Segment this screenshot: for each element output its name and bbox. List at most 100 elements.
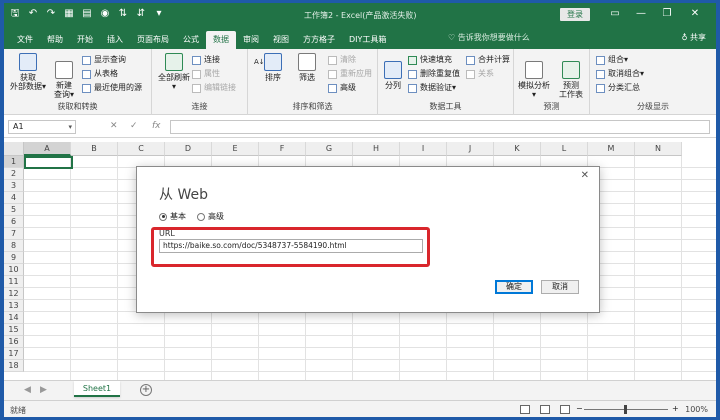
filter-button[interactable]: 筛选 [292,53,322,82]
tab-file[interactable]: 文件 [10,31,40,49]
cancel-icon[interactable]: ✕ [110,121,118,131]
tab-home[interactable]: 开始 [70,31,100,49]
new-query-button[interactable]: 新建 查询▾ [50,61,78,99]
column-header[interactable]: J [447,142,494,156]
dialog-close-icon[interactable]: ✕ [581,170,589,181]
clear-filter-button[interactable]: 清除 [328,55,356,65]
tab-insert[interactable]: 插入 [100,31,130,49]
row-header[interactable]: 18 [4,360,24,372]
column-header[interactable]: A [24,142,71,156]
restore-button[interactable]: ❐ [660,7,674,21]
sheet-next-icon[interactable]: ▶ [40,385,47,395]
undo-icon[interactable]: ↶ [26,7,40,21]
ribbon-options-icon[interactable]: ▭ [608,7,622,21]
name-box[interactable]: A1 ▾ [8,120,76,134]
save-icon[interactable]: 🖫 [8,7,22,21]
tab-review[interactable]: 审阅 [236,31,266,49]
normal-view-icon[interactable] [520,405,530,414]
properties-button[interactable]: 属性 [192,69,220,79]
chevron-down-icon[interactable]: ▾ [68,121,72,133]
row-header[interactable]: 10 [4,264,24,276]
column-header[interactable]: H [353,142,400,156]
zoom-level[interactable]: 100% [685,405,708,414]
flash-fill-button[interactable]: 快速填充 [408,55,452,65]
column-header[interactable]: C [118,142,165,156]
share-button[interactable]: ♁ 共享 [682,32,706,43]
remove-duplicates-button[interactable]: 删除重复值 [408,69,460,79]
text-to-columns-button[interactable]: 分列 [380,61,406,90]
row-header[interactable]: 1 [4,156,24,168]
row-header[interactable]: 4 [4,192,24,204]
column-header[interactable]: B [71,142,118,156]
row-header[interactable]: 15 [4,324,24,336]
show-queries-button[interactable]: 显示查询 [82,55,126,65]
tab-formulas[interactable]: 公式 [176,31,206,49]
from-table-button[interactable]: 从表格 [82,69,118,79]
formula-input[interactable] [170,120,710,134]
column-header[interactable]: I [400,142,447,156]
row-header[interactable]: 12 [4,288,24,300]
row-header[interactable]: 17 [4,348,24,360]
ok-button[interactable]: 确定 [495,280,533,294]
data-validation-button[interactable]: 数据验证▾ [408,83,456,93]
row-header[interactable]: 8 [4,240,24,252]
zoom-out-button[interactable]: − [576,404,583,414]
select-all-corner[interactable] [4,142,24,156]
reapply-button[interactable]: 重新应用 [328,69,372,79]
row-header[interactable]: 7 [4,228,24,240]
login-button[interactable]: 登录 [560,8,590,21]
close-button[interactable]: ✕ [688,7,702,21]
column-header[interactable]: G [306,142,353,156]
row-header[interactable]: 2 [4,168,24,180]
row-header[interactable]: 14 [4,312,24,324]
sort-button[interactable]: 排序 [258,53,288,82]
table-icon[interactable]: ▦ [62,7,76,21]
insert-function-icon[interactable]: fx [152,121,161,131]
sort-za-icon[interactable]: ⇵ [134,7,148,21]
row-header[interactable]: 11 [4,276,24,288]
row-header[interactable]: 13 [4,300,24,312]
advanced-filter-button[interactable]: 高级 [328,83,356,93]
column-header[interactable]: E [212,142,259,156]
subtotal-button[interactable]: 分类汇总 [596,83,640,93]
radio-advanced[interactable]: 高级 [197,211,224,222]
selected-cell-a1[interactable] [24,156,73,169]
edit-links-button[interactable]: 编辑链接 [192,83,236,93]
tab-help[interactable]: 帮助 [40,31,70,49]
row-header[interactable]: 6 [4,216,24,228]
connections-button[interactable]: 连接 [192,55,220,65]
enter-icon[interactable]: ✓ [130,121,138,131]
tab-view[interactable]: 视图 [266,31,296,49]
tab-diy-toolbox[interactable]: DIY工具箱 [342,31,393,49]
row-header[interactable]: 3 [4,180,24,192]
add-sheet-button[interactable]: + [140,384,152,396]
tab-data[interactable]: 数据 [206,31,236,49]
sheet-prev-icon[interactable]: ◀ [24,385,31,395]
ungroup-button[interactable]: 取消组合▾ [596,69,644,79]
page-layout-view-icon[interactable] [540,405,550,414]
row-header[interactable]: 16 [4,336,24,348]
redo-icon[interactable]: ↷ [44,7,58,21]
row-header[interactable]: 5 [4,204,24,216]
group-button[interactable]: 组合▾ [596,55,628,65]
get-external-data-button[interactable]: 获取 外部数据▾ [10,53,46,91]
column-header[interactable]: L [541,142,588,156]
tell-me-search[interactable]: ♡ 告诉我你想要做什么 [448,32,530,43]
column-header[interactable]: K [494,142,541,156]
column-header[interactable]: D [165,142,212,156]
zoom-in-button[interactable]: + [672,404,679,414]
form-icon[interactable]: ▤ [80,7,94,21]
row-header[interactable]: 9 [4,252,24,264]
column-header[interactable]: M [588,142,635,156]
forecast-sheet-button[interactable]: 预测 工作表 [556,61,586,99]
minimize-button[interactable]: — [634,7,648,21]
consolidate-button[interactable]: 合并计算 [466,55,510,65]
tab-page-layout[interactable]: 页面布局 [130,31,176,49]
customize-icon[interactable]: ▾ [152,7,166,21]
page-break-view-icon[interactable] [560,405,570,414]
cancel-button[interactable]: 取消 [541,280,579,294]
column-header[interactable]: F [259,142,306,156]
column-header[interactable]: N [635,142,682,156]
relationships-button[interactable]: 关系 [466,69,494,79]
tab-fangfang[interactable]: 方方格子 [296,31,342,49]
